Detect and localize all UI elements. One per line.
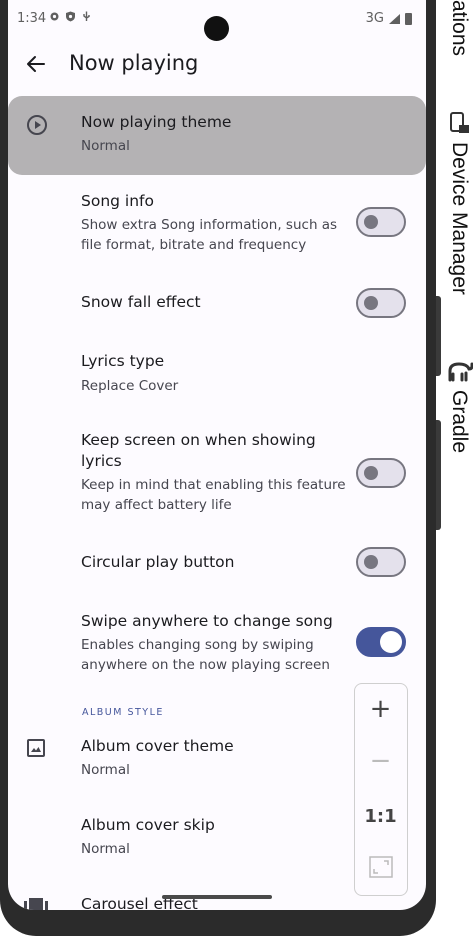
keep-screen-on-toggle[interactable] bbox=[356, 458, 406, 488]
settings-item-song-info[interactable]: Song info Show extra Song information, s… bbox=[8, 185, 426, 265]
item-title-line1: Keep screen on when showing bbox=[81, 431, 316, 449]
usb-icon bbox=[83, 11, 90, 21]
status-icons bbox=[49, 11, 92, 22]
gradle-elephant-icon bbox=[448, 362, 473, 382]
item-subtitle: Normal bbox=[81, 841, 130, 857]
circular-play-toggle[interactable] bbox=[356, 547, 406, 577]
settings-item-keep-screen-on[interactable]: Keep screen on when showing lyrics Keep … bbox=[8, 425, 426, 525]
toggle-knob bbox=[364, 215, 378, 229]
shield-icon bbox=[66, 11, 75, 22]
device-manager-icon bbox=[450, 112, 469, 133]
settings-item-now-playing-theme[interactable] bbox=[8, 96, 426, 175]
item-subtitle: Normal bbox=[81, 138, 130, 154]
item-subtitle-line1: Enables changing song by swiping bbox=[81, 637, 314, 653]
section-header-album-style: ALBUM STYLE bbox=[82, 707, 164, 718]
settings-icon bbox=[50, 12, 59, 21]
item-title: Now playing theme bbox=[81, 113, 232, 131]
item-title: Lyrics type bbox=[81, 352, 165, 370]
item-title: Swipe anywhere to change song bbox=[81, 612, 333, 630]
status-right: 3G bbox=[366, 11, 412, 26]
item-subtitle-line2: anywhere on the now playing screen bbox=[81, 657, 330, 673]
item-subtitle: Replace Cover bbox=[81, 378, 179, 394]
zoom-in-button[interactable]: + bbox=[355, 694, 406, 724]
item-title: Album cover skip bbox=[81, 816, 215, 834]
item-title-line2: lyrics bbox=[81, 452, 122, 470]
item-title: Album cover theme bbox=[81, 737, 234, 755]
app-bar: Now playing bbox=[8, 44, 426, 86]
toggle-knob bbox=[364, 466, 378, 480]
item-title: Circular play button bbox=[81, 553, 235, 571]
back-arrow-icon[interactable] bbox=[24, 52, 48, 76]
item-subtitle-line1: Keep in mind that enabling this feature bbox=[81, 477, 346, 493]
battery-icon bbox=[405, 12, 412, 25]
swipe-anywhere-toggle[interactable] bbox=[356, 627, 406, 657]
emulator-zoom-panel: + − 1:1 bbox=[354, 683, 408, 896]
zoom-out-button[interactable]: − bbox=[355, 746, 406, 776]
item-subtitle-line2: may affect battery life bbox=[81, 497, 232, 513]
ide-tool-sidebar: ations Device Manager Gradle bbox=[443, 0, 476, 948]
settings-item-lyrics-type[interactable]: Lyrics type Replace Cover bbox=[8, 345, 426, 400]
tool-tab-notifications[interactable]: ations bbox=[447, 0, 471, 56]
signal-icon bbox=[389, 13, 400, 24]
actual-size-button[interactable]: 1:1 bbox=[355, 806, 406, 827]
network-type: 3G bbox=[365, 11, 384, 26]
carousel-icon bbox=[24, 898, 48, 910]
item-subtitle: Normal bbox=[81, 762, 130, 778]
image-icon bbox=[27, 739, 45, 757]
song-info-toggle[interactable] bbox=[356, 207, 406, 237]
tool-tab-device-manager[interactable]: Device Manager bbox=[447, 142, 471, 295]
item-title: Snow fall effect bbox=[81, 293, 201, 311]
phone-frame: 1:34 3G Now playing Now playing theme No… bbox=[0, 0, 436, 936]
volume-button bbox=[436, 420, 441, 530]
item-title: Song info bbox=[81, 192, 154, 210]
item-subtitle-line2: file format, bitrate and frequency bbox=[81, 237, 307, 253]
toggle-knob bbox=[364, 555, 378, 569]
toggle-knob bbox=[364, 296, 378, 310]
tool-tab-gradle[interactable]: Gradle bbox=[447, 390, 471, 453]
gesture-nav-bar[interactable] bbox=[162, 895, 272, 899]
power-button bbox=[436, 296, 441, 376]
page-title: Now playing bbox=[69, 51, 199, 75]
toggle-knob bbox=[380, 631, 402, 653]
device-screen: 1:34 3G Now playing Now playing theme No… bbox=[8, 0, 426, 910]
play-circle-icon bbox=[27, 115, 47, 135]
status-time: 1:34 bbox=[17, 11, 47, 26]
settings-item-snow-fall[interactable]: Snow fall effect bbox=[8, 280, 426, 330]
settings-item-circular-play[interactable]: Circular play button bbox=[8, 540, 426, 590]
snow-fall-toggle[interactable] bbox=[356, 288, 406, 318]
settings-item-swipe-anywhere[interactable]: Swipe anywhere to change song Enables ch… bbox=[8, 605, 426, 685]
item-subtitle-line1: Show extra Song information, such as bbox=[81, 217, 338, 233]
camera-cutout bbox=[204, 16, 229, 41]
fit-screen-icon[interactable] bbox=[369, 856, 393, 878]
